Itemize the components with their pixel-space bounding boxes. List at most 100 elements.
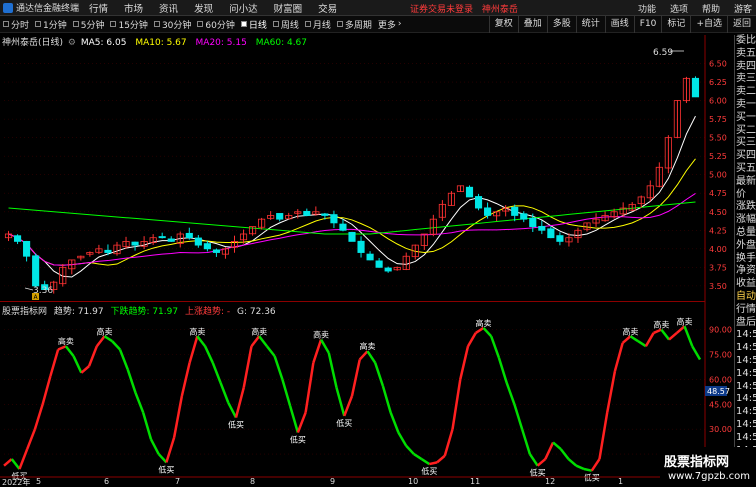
candle-body (348, 231, 356, 242)
uptrend-segment (18, 448, 29, 470)
low-price-pointer (24, 287, 34, 291)
downtrend-segment (381, 385, 392, 413)
uptrend-segment (49, 349, 60, 377)
uptrend-segment (57, 345, 67, 351)
uptrend-segment (87, 345, 98, 367)
downtrend-segment (366, 350, 377, 364)
downtrend-segment (575, 464, 585, 471)
pane-separator (0, 301, 705, 302)
uptrend-segment (598, 412, 609, 460)
downtrend-segment (482, 327, 493, 338)
downtrend-segment (405, 444, 415, 455)
candle-body (330, 214, 338, 224)
downtrend-segment (10, 458, 21, 470)
uptrend-segment (590, 458, 601, 472)
price-tick-label: 5.25 (709, 152, 727, 161)
uptrend-segment (234, 387, 245, 418)
uptrend-segment (296, 412, 307, 433)
uptrend-segment (250, 335, 261, 347)
candle-body (167, 238, 175, 242)
buy-signal-label: 低买 (336, 418, 352, 428)
side-panel-item: 盘后 (736, 316, 756, 328)
uptrend-segment (653, 328, 662, 335)
candle-body (511, 206, 519, 216)
candle-body (339, 223, 347, 231)
downtrend-segment (227, 402, 238, 419)
side-panel-item: 14:56 (736, 380, 756, 392)
uptrend-segment (26, 428, 37, 450)
sell-signal-label: 高卖 (622, 326, 638, 336)
up-trend-value: 上涨趋势: - (184, 307, 231, 317)
downtrend-segment (196, 335, 207, 347)
time-label: 12 (545, 477, 556, 486)
downtrend-segment (126, 369, 137, 394)
downtrend-segment (103, 335, 113, 343)
price-tick-label: 4.00 (709, 245, 727, 254)
indicator-tick-label: 90.00 (709, 326, 732, 335)
side-panel-item: 总量 (736, 226, 756, 238)
candle-body (185, 232, 193, 239)
downtrend-segment (397, 431, 408, 447)
candle-body (357, 240, 365, 253)
uptrend-segment (459, 345, 470, 380)
candlesticks (4, 76, 700, 294)
uptrend-segment (544, 441, 555, 460)
downtrend-segment (683, 325, 694, 347)
uptrend-segment (451, 379, 462, 430)
candle-body (375, 260, 383, 268)
downtrend-segment (335, 387, 346, 417)
downtrend-segment (413, 453, 423, 461)
downtrend-segment (118, 349, 129, 370)
price-tick-label: 6.00 (709, 97, 727, 106)
downtrend-segment (111, 340, 121, 351)
side-panel-item: 14:56 (736, 329, 756, 341)
downtrend-segment (583, 467, 592, 472)
uptrend-segment (668, 331, 678, 341)
sell-signal-label: 高卖 (97, 326, 113, 336)
chart-canvas[interactable]: 6.50 6.25 6.00 5.75 5.50 5.25 5.00 4.75 4.50 4.25… (0, 0, 756, 487)
candle-body (194, 237, 202, 246)
side-panel-item: 买三 (736, 137, 756, 149)
downtrend-segment (505, 382, 516, 405)
side-panel-item: 14:56 (736, 393, 756, 405)
side-panel-item: 收益 (736, 278, 756, 290)
indicator-tick-label: 45.00 (709, 400, 732, 409)
time-label: 8 (250, 477, 256, 486)
downtrend-segment (660, 328, 671, 341)
downtrend-segment (513, 403, 524, 430)
sell-signal-label: 高卖 (677, 316, 693, 326)
current-value-text: 48.57 (707, 387, 730, 396)
candle-body (691, 77, 700, 98)
side-panel-item: 买二 (736, 124, 756, 136)
candle-body (276, 213, 284, 220)
uptrend-segment (644, 332, 655, 347)
indicator-tick-label: 60.00 (709, 375, 732, 384)
uptrend-segment (3, 458, 13, 467)
time-label: 1 (618, 477, 624, 486)
side-panel-item: 外盘 (736, 239, 756, 251)
downtrend-segment (134, 392, 145, 414)
indicator-legend: 股票指标网 趋势: 71.97 下跌趋势: 71.97 上涨趋势: - G: 7… (2, 304, 276, 317)
watermark-url: www.7gpzb.com (668, 471, 750, 482)
downtrend-segment (637, 340, 647, 348)
uptrend-segment (621, 335, 632, 344)
downtrend-segment (203, 345, 214, 364)
candle-body (32, 255, 40, 287)
buy-signal-label: 低买 (290, 435, 306, 445)
price-tick-label: 4.25 (709, 226, 727, 235)
side-panel-item: 净资 (736, 265, 756, 277)
downtrend-segment (273, 355, 284, 380)
candle-body (520, 213, 528, 220)
time-axis: 2022年 5 6 7 8 9 10 11 12 1 (0, 477, 705, 487)
uptrend-segment (188, 335, 199, 364)
side-panel-item: 14:56 (736, 342, 756, 354)
downtrend-segment (141, 412, 153, 440)
downtrend-segment (72, 355, 83, 374)
candle-body (465, 186, 474, 198)
uptrend-segment (358, 350, 369, 361)
buy-signal-label: 低买 (158, 464, 174, 474)
uptrend-segment (605, 370, 617, 413)
side-panel-item: 14:56 (736, 406, 756, 418)
uptrend-segment (304, 362, 315, 413)
uptrend-segment (312, 339, 323, 364)
